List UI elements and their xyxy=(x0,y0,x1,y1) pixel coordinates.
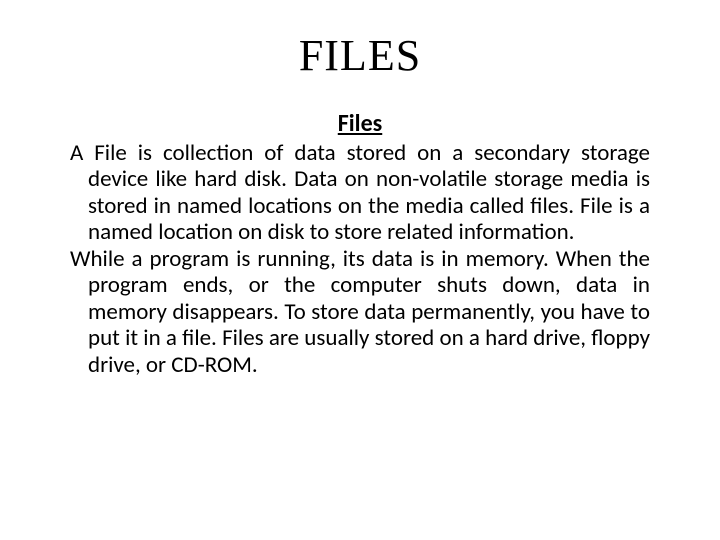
paragraph-2: While a program is running, its data is … xyxy=(70,246,650,378)
paragraph-1: A File is collection of data stored on a… xyxy=(70,140,650,246)
body-text: A File is collection of data stored on a… xyxy=(70,140,650,378)
section-subheading: Files xyxy=(70,109,650,138)
slide-title: FILES xyxy=(70,30,650,81)
slide-container: FILES Files A File is collection of data… xyxy=(0,0,720,540)
